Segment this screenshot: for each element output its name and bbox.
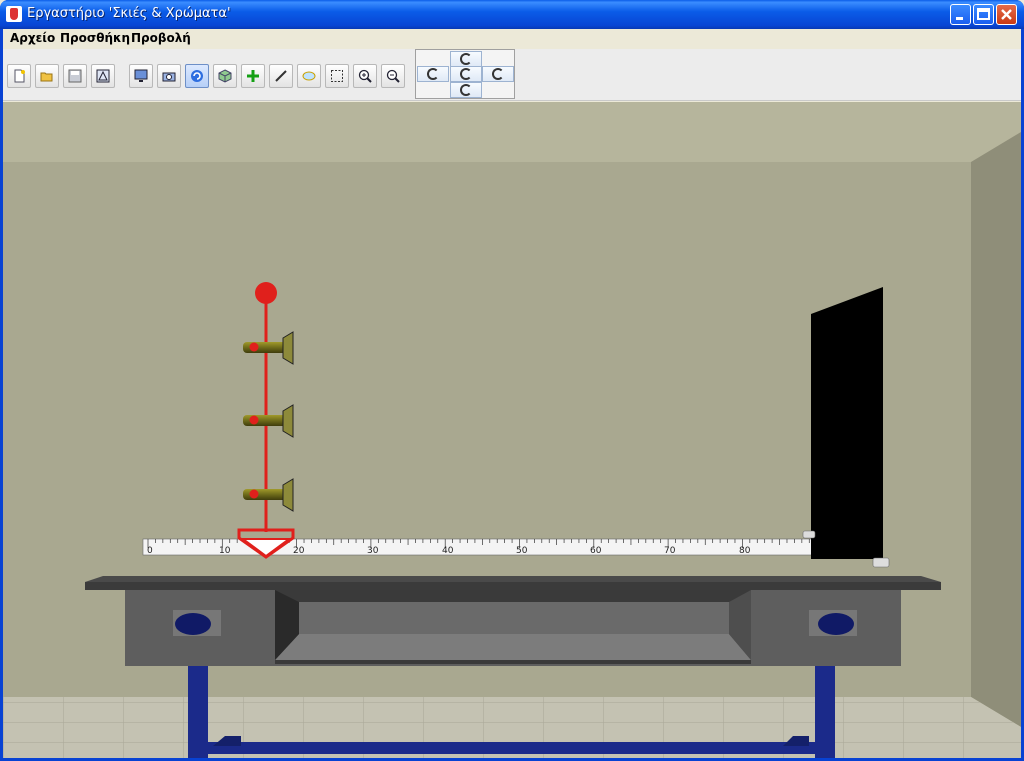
add-button[interactable] [241,64,265,88]
ruler-label-70: 70 [664,546,676,556]
monitor-icon [134,69,148,82]
lens-icon [302,71,316,81]
monitor-button[interactable] [129,64,153,88]
stand-top-knob[interactable] [255,282,277,304]
minimize-icon [956,17,963,20]
title-bar[interactable]: Εργαστήριο 'Σκιές & Χρώματα' [0,0,1024,29]
scene-canvas[interactable]: 0 10 20 30 40 50 60 70 80 90 [3,102,1021,758]
projection-screen[interactable] [811,287,883,559]
close-button[interactable] [996,4,1017,25]
menu-bar: Αρχείο Προσθήκη Προβολή [3,29,1021,49]
minimize-button[interactable] [950,4,971,25]
lamp-2-clamp [249,415,259,425]
drawer-knob-right[interactable] [818,613,854,635]
lamp-3-clamp [249,489,259,499]
drawer-floor [275,634,751,660]
java-app-icon [6,6,22,22]
ruler-label-30: 30 [367,546,379,556]
window-title: Εργαστήριο 'Σκιές & Χρώματα' [27,6,231,21]
fit-frame-button[interactable] [325,64,349,88]
save-button[interactable] [63,64,87,88]
table-top-edge [85,582,941,590]
pencil-button[interactable] [269,64,293,88]
application-window: Εργαστήριο 'Σκιές & Χρώματα' Αρχείο Προσ… [0,0,1024,761]
reset-rotation-icon [460,68,472,80]
zoom-in-button[interactable] [353,64,377,88]
ruler-label-60: 60 [590,546,602,556]
lamp-1-clamp [249,342,259,352]
lamp-2-head [282,404,294,438]
fit-frame-icon [331,70,343,82]
toolbar [3,49,1021,101]
open-folder-icon [40,72,53,82]
ceiling [3,102,1021,162]
camera-icon [162,72,176,82]
ruler-label-80: 80 [739,546,751,556]
rotate-up-button[interactable] [450,51,482,67]
side-wall [971,132,1021,727]
drawer-knob-left[interactable] [175,613,211,635]
ruler-label-50: 50 [516,546,528,556]
rotate-down-icon [460,84,472,96]
rotation-navigation-pad [415,49,515,99]
rotate-up-icon [460,53,472,65]
client-area: Αρχείο Προσθήκη Προβολή 0 10 20 30 40 50… [3,29,1021,758]
lens-button[interactable] [297,64,321,88]
rotate-left-button[interactable] [417,66,449,82]
rotate-view-icon [191,70,203,82]
ruler-label-0: 0 [147,546,153,556]
zoom-in-icon [358,69,372,83]
ruler-label-20: 20 [293,546,305,556]
menu-view[interactable]: Προβολή [131,31,191,45]
reset-rotation-button[interactable] [450,66,482,82]
rotate-right-icon [492,68,504,80]
new-button[interactable] [7,64,31,88]
table-leg-right [815,662,835,758]
maximize-button[interactable] [973,4,994,25]
rotate-down-button[interactable] [450,82,482,98]
drawer-inner [299,602,729,634]
ruler-label-40: 40 [442,546,454,556]
print-preview-icon [96,69,110,83]
screen-clip [802,530,816,539]
open-button[interactable] [35,64,59,88]
zoom-out-icon [386,69,400,83]
zoom-out-button[interactable] [381,64,405,88]
ruler-label-10: 10 [219,546,231,556]
3d-viewport[interactable]: 0 10 20 30 40 50 60 70 80 90 [3,102,1021,758]
camera-button[interactable] [157,64,181,88]
save-disk-icon [68,69,82,83]
lamp-1-head [282,331,294,365]
menu-add[interactable]: Προσθήκη [60,31,130,45]
table-leg-left [188,662,208,758]
ruler-end-clip [872,557,890,568]
cube-icon [218,69,232,83]
menu-file[interactable]: Αρχείο [10,31,55,45]
pencil-icon [275,70,287,82]
cube-button[interactable] [213,64,237,88]
rotate-left-icon [427,68,439,80]
maximize-icon [977,8,990,20]
rotate-view-button[interactable] [185,64,209,88]
rotate-right-button[interactable] [482,66,514,82]
table-crossbar [208,742,815,754]
new-document-icon [14,69,25,83]
close-icon [1001,9,1012,20]
print-preview-button[interactable] [91,64,115,88]
lamp-3-head [282,478,294,512]
add-icon [247,70,259,82]
